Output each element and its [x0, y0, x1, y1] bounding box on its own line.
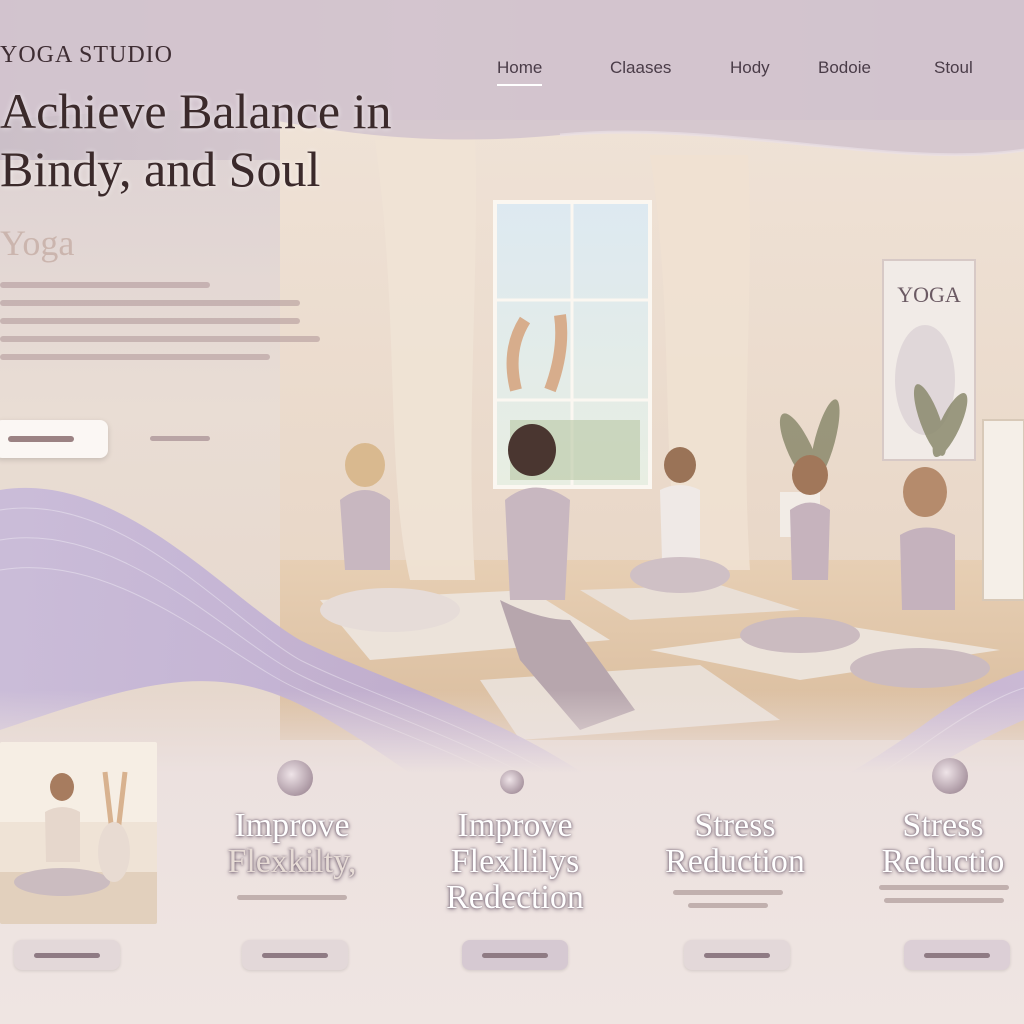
- feature-desc-4: [874, 885, 1014, 911]
- feature-title-3-line2: Reduction: [665, 843, 805, 880]
- feature-title-2-line1: Improve: [457, 807, 573, 844]
- nav-body[interactable]: Hody: [730, 58, 770, 78]
- brand-logo[interactable]: YOGA STUDIO: [0, 42, 173, 69]
- meditation-icon: [932, 758, 968, 794]
- feature-title-3-line1: Stress: [694, 807, 776, 844]
- feature-title-3: Stress Reduction: [640, 808, 830, 880]
- hero-title-line1: Achieve Balance in: [0, 83, 392, 139]
- hero-primary-button[interactable]: [0, 420, 108, 458]
- feature-desc-3: [668, 890, 788, 916]
- nav-classes[interactable]: Claases: [610, 58, 671, 78]
- feature-button-3[interactable]: [462, 940, 568, 970]
- feature-button-5[interactable]: [904, 940, 1010, 970]
- feature-desc-1: [232, 895, 352, 908]
- hero-secondary-link[interactable]: [150, 436, 210, 441]
- feature-title-1-line2: Flexkilty,: [227, 843, 357, 880]
- feature-button-4[interactable]: [684, 940, 790, 970]
- meditation-thumbnail: [0, 742, 157, 924]
- nav-home[interactable]: Home: [497, 58, 543, 86]
- feature-title-4-line1: Stress: [902, 808, 984, 844]
- feature-title-2: Improve Flexllilys Redection: [420, 808, 610, 916]
- poster-text: YOGA: [897, 282, 961, 307]
- feature-button-2[interactable]: [242, 940, 348, 970]
- feature-title-1: Improve Flexkilty,: [212, 808, 372, 880]
- feature-title-2-line2: Flexllilys: [450, 843, 580, 880]
- nav-soul[interactable]: Stoul: [934, 58, 973, 78]
- hero-subtitle: Yoga: [0, 223, 75, 263]
- hero-title-line2: Bindy, and Soul: [0, 141, 321, 197]
- hero-title: Achieve Balance in Bindy, and Soul: [0, 82, 470, 198]
- feature-title-2-line3: Redection: [446, 879, 584, 916]
- feature-title-4-line2: Reductio: [881, 843, 1005, 880]
- feature-title-1-line1: Improve: [234, 807, 350, 844]
- hero-description: [0, 282, 340, 372]
- nav-mind[interactable]: Bodoie: [818, 58, 871, 78]
- leaf-icon: [500, 770, 524, 794]
- feature-title-4: Stress Reductio: [862, 808, 1024, 880]
- feature-button-1[interactable]: [14, 940, 120, 970]
- lotus-icon: [277, 760, 313, 796]
